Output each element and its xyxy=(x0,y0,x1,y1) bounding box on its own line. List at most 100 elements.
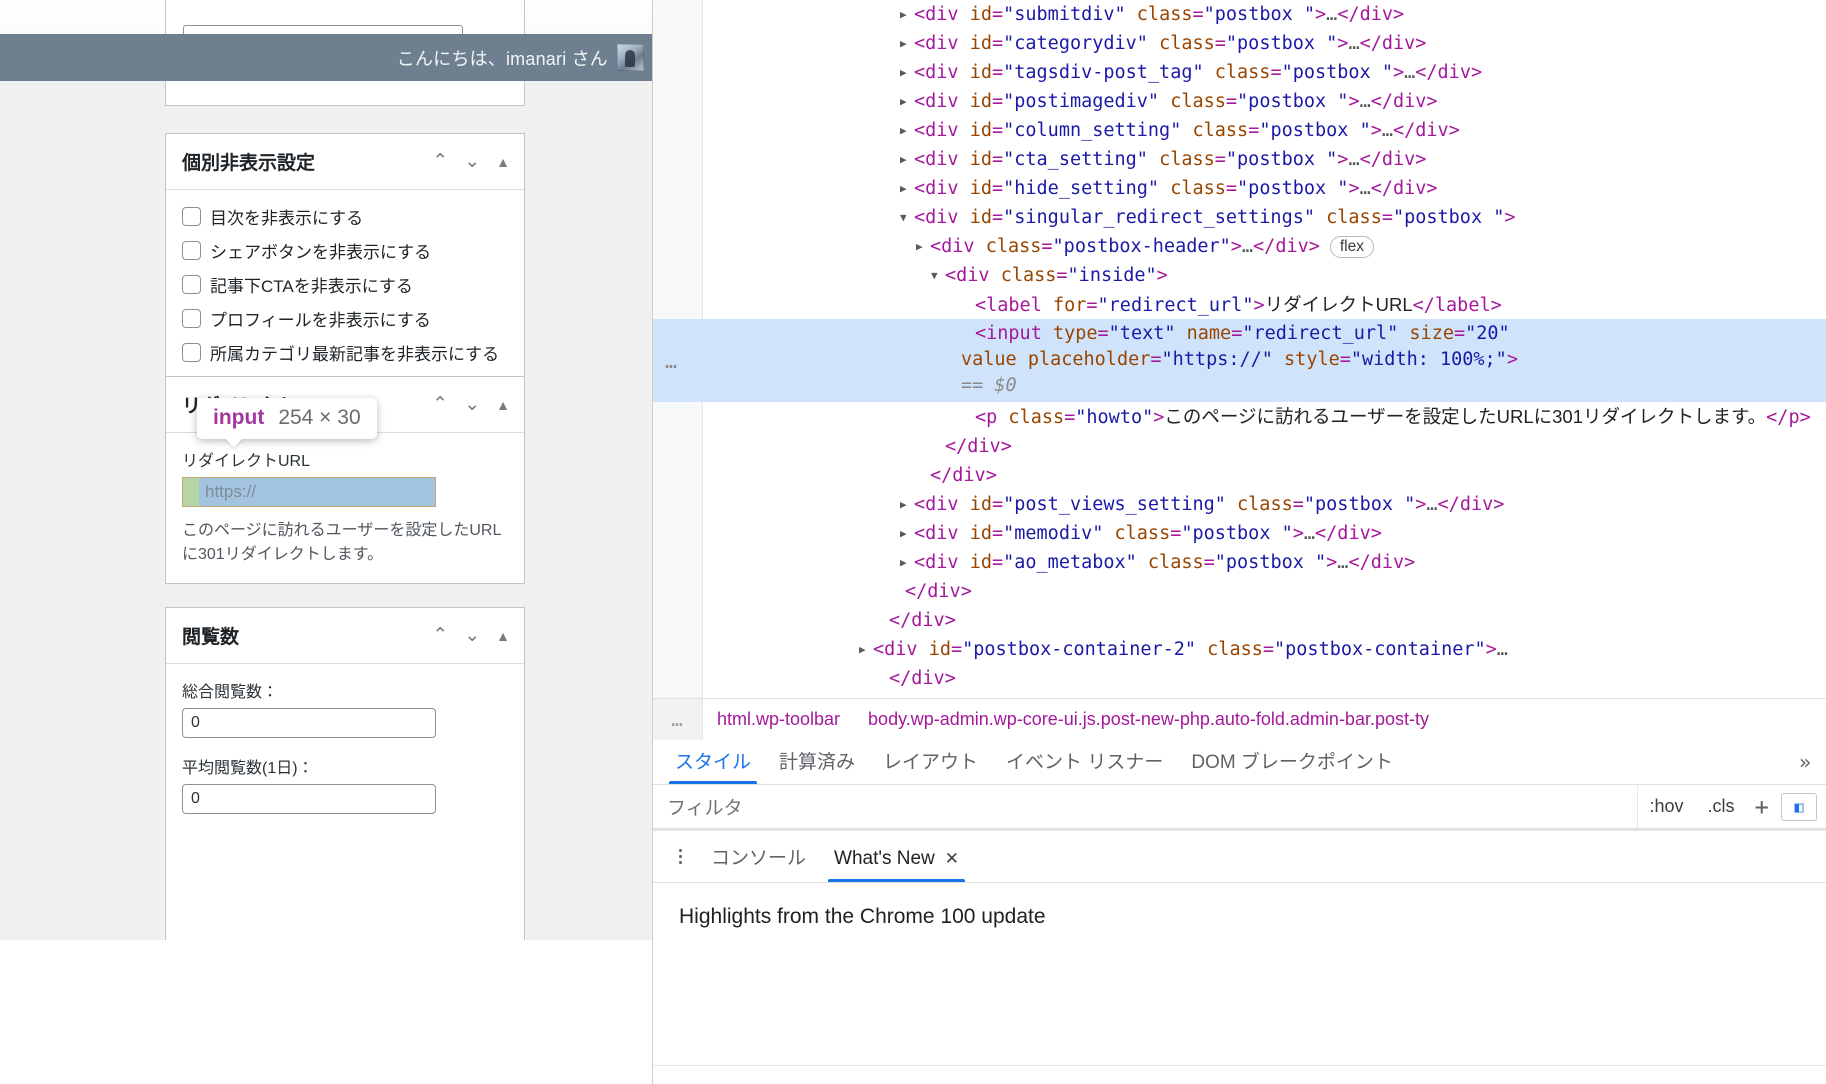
styles-filter-toolbar[interactable]: フィルタ :hov .cls + ◧ xyxy=(653,785,1826,829)
dom-node[interactable]: ▼ <div class="inside"> xyxy=(653,261,1826,290)
checkbox-icon[interactable] xyxy=(182,241,201,260)
checkbox-label: 目次を非表示にする xyxy=(210,209,364,228)
expand-arrow-icon[interactable]: ▶ xyxy=(859,635,873,664)
cls-button[interactable]: .cls xyxy=(1696,796,1747,817)
dom-node[interactable]: ▶ <div id="cta_setting" class="postbox ">… xyxy=(653,145,1826,174)
expand-arrow-icon-open[interactable]: ▼ xyxy=(931,261,945,290)
move-up-icon[interactable]: ⌃ xyxy=(432,152,448,171)
move-up-icon[interactable]: ⌃ xyxy=(432,626,448,645)
dom-tree[interactable]: ▶ <div id="submitdiv" class="postbox ">…<… xyxy=(653,0,1826,693)
expand-arrow-icon[interactable]: ▶ xyxy=(900,519,914,548)
dom-node[interactable]: ▶ <div id="hide_setting" class="postbox "… xyxy=(653,174,1826,203)
dom-token-attr: id xyxy=(969,149,992,170)
expand-arrow-icon[interactable]: ▶ xyxy=(900,0,914,29)
tab-styles[interactable]: スタイル xyxy=(661,747,765,784)
expand-arrow-icon[interactable]: ▶ xyxy=(900,29,914,58)
flex-badge[interactable]: flex xyxy=(1329,236,1374,258)
postbox-title: 個別非表示設定 xyxy=(182,153,316,174)
avatar[interactable] xyxy=(617,44,644,71)
dom-token-tag: <div xyxy=(914,552,970,573)
drawer-tab-whats-new[interactable]: What's New ✕ xyxy=(820,848,973,882)
dom-node[interactable]: <p class="howto">このページに訪れるユーザーを設定したURLに3… xyxy=(653,402,1826,432)
dom-node[interactable]: ▶ <div id="post_views_setting" class="pos… xyxy=(653,490,1826,519)
checkbox-row[interactable]: 所属カテゴリ最新記事を非表示にする xyxy=(182,340,508,365)
dom-token-tag: = xyxy=(1192,4,1204,25)
dom-node[interactable]: </div> xyxy=(653,606,1826,635)
dom-token-tag: </div> xyxy=(1415,62,1483,83)
drawer-tab-console[interactable]: コンソール xyxy=(697,843,820,882)
dom-node-selected[interactable]: … <input type="text" name="redirect_url" … xyxy=(653,319,1826,402)
total-views-input[interactable]: 0 xyxy=(182,708,436,738)
dom-node[interactable]: ▶ <div id="ao_metabox" class="postbox ">…… xyxy=(653,548,1826,577)
avg-views-input[interactable]: 0 xyxy=(182,784,436,814)
dom-node[interactable]: ▶ <div id="postbox-container-2" class="po… xyxy=(653,635,1826,664)
howdy-greeting[interactable]: こんにちは、imanari さん xyxy=(397,45,608,71)
more-tools-icon[interactable] xyxy=(663,831,697,882)
whats-new-headline[interactable]: Highlights from the Chrome 100 update xyxy=(679,905,1801,929)
checkbox-icon[interactable] xyxy=(182,275,201,294)
dom-node[interactable]: ▶ <div id="column_setting" class="postbox… xyxy=(653,116,1826,145)
breadcrumb-item-body[interactable]: body.wp-admin.wp-core-ui.js.post-new-php… xyxy=(854,709,1443,730)
dom-token-tag: </div> xyxy=(1370,178,1438,199)
expand-arrow-icon[interactable]: ▶ xyxy=(900,490,914,519)
tab-layout[interactable]: レイアウト xyxy=(869,747,992,784)
styles-sidebar-tabs[interactable]: スタイル 計算済み レイアウト イベント リスナー DOM ブレークポイント » xyxy=(653,740,1826,785)
more-tabs-icon[interactable]: » xyxy=(1783,750,1826,784)
breadcrumb-item-html[interactable]: html.wp-toolbar xyxy=(703,709,854,730)
dom-node-markup: </div> xyxy=(891,577,1826,606)
breadcrumb-overflow-icon[interactable]: … xyxy=(653,699,703,740)
expand-arrow-icon[interactable]: ▶ xyxy=(900,116,914,145)
checkbox-row[interactable]: 目次を非表示にする xyxy=(182,204,508,229)
dom-node[interactable]: ▶ <div id="memodiv" class="postbox ">…</d… xyxy=(653,519,1826,548)
dom-node[interactable]: <label for="redirect_url">リダイレクトURL</lab… xyxy=(653,290,1826,319)
dom-node[interactable]: ▶ <div id="categorydiv" class="postbox ">… xyxy=(653,29,1826,58)
move-up-icon[interactable]: ⌃ xyxy=(432,395,448,414)
dom-token-attr: class xyxy=(1136,4,1193,25)
move-down-icon[interactable]: ⌄ xyxy=(464,152,480,171)
tab-event-listeners[interactable]: イベント リスナー xyxy=(992,747,1177,784)
toggle-panel-icon[interactable]: ▲ xyxy=(496,398,510,412)
filter-input[interactable]: フィルタ xyxy=(653,785,1638,828)
checkbox-icon[interactable] xyxy=(182,343,201,362)
dom-node[interactable]: </div> xyxy=(653,461,1826,490)
dom-node[interactable]: ▼ <div id="singular_redirect_settings" cl… xyxy=(653,203,1826,232)
dom-node[interactable]: </div> xyxy=(653,432,1826,461)
dom-token-val: "ao_metabox" xyxy=(1003,552,1137,573)
hov-button[interactable]: :hov xyxy=(1638,796,1696,817)
computed-sidebar-toggle-icon[interactable]: ◧ xyxy=(1781,792,1817,821)
drawer-tab-bar[interactable]: コンソール What's New ✕ xyxy=(653,831,1826,883)
dom-token-val: "postimagediv" xyxy=(1003,91,1160,112)
dom-node[interactable]: ▶ <div id="submitdiv" class="postbox ">…<… xyxy=(653,0,1826,29)
elements-tree-panel[interactable]: ▶ <div id="submitdiv" class="postbox ">…<… xyxy=(653,0,1826,698)
move-down-icon[interactable]: ⌄ xyxy=(464,395,480,414)
breadcrumb[interactable]: … html.wp-toolbar body.wp-admin.wp-core-… xyxy=(653,698,1826,740)
dom-node[interactable]: ▶ <div id="tagsdiv-post_tag" class="postb… xyxy=(653,58,1826,87)
row-overflow-icon: … xyxy=(665,348,679,373)
close-icon[interactable]: ✕ xyxy=(945,849,959,869)
dom-node[interactable]: </div> xyxy=(653,577,1826,606)
dom-token-attr: class xyxy=(1170,91,1226,112)
dom-token-val: "postbox-header" xyxy=(1052,236,1231,257)
tab-computed[interactable]: 計算済み xyxy=(765,747,869,784)
expand-arrow-icon[interactable]: ▶ xyxy=(900,58,914,87)
expand-arrow-icon[interactable]: ▶ xyxy=(900,548,914,577)
redirect-url-input[interactable]: https:// xyxy=(182,477,436,507)
expand-arrow-icon-open[interactable]: ▼ xyxy=(900,203,914,232)
checkbox-row[interactable]: プロフィールを非表示にする xyxy=(182,306,508,331)
toggle-panel-icon[interactable]: ▲ xyxy=(496,629,510,643)
toggle-panel-icon[interactable]: ▲ xyxy=(496,155,510,169)
expand-arrow-icon[interactable]: ▶ xyxy=(900,174,914,203)
dom-node[interactable]: ▶ <div id="postimagediv" class="postbox "… xyxy=(653,87,1826,116)
expand-arrow-icon[interactable]: ▶ xyxy=(900,87,914,116)
move-down-icon[interactable]: ⌄ xyxy=(464,626,480,645)
checkbox-icon[interactable] xyxy=(182,309,201,328)
dom-node[interactable]: ▶ <div class="postbox-header">…</div> flex xyxy=(653,232,1826,261)
checkbox-row[interactable]: 記事下CTAを非表示にする xyxy=(182,272,508,297)
dom-node[interactable]: </div> xyxy=(653,664,1826,693)
checkbox-row[interactable]: シェアボタンを非表示にする xyxy=(182,238,508,263)
checkbox-icon[interactable] xyxy=(182,207,201,226)
new-style-rule-icon[interactable]: + xyxy=(1747,793,1777,821)
expand-arrow-icon[interactable]: ▶ xyxy=(916,232,930,261)
tab-dom-breakpoints[interactable]: DOM ブレークポイント xyxy=(1177,747,1407,784)
expand-arrow-icon[interactable]: ▶ xyxy=(900,145,914,174)
